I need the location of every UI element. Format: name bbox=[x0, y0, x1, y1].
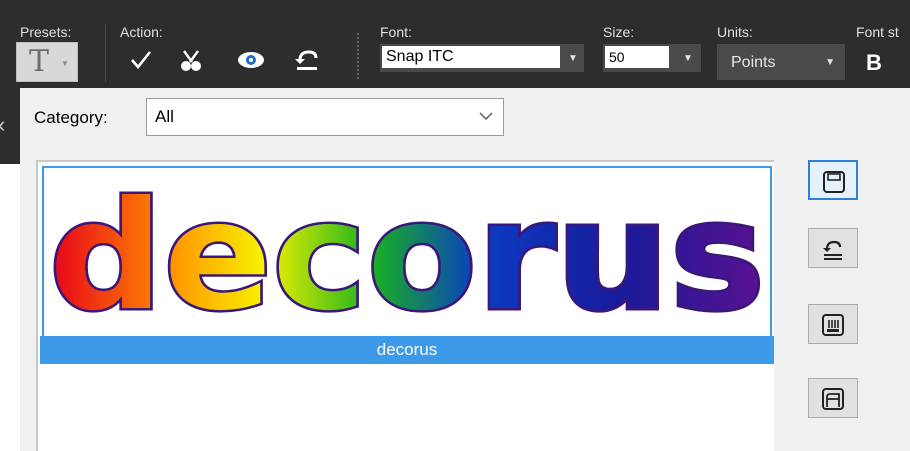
rename-preset-button[interactable] bbox=[808, 304, 858, 344]
preset-caption[interactable]: decorus bbox=[40, 336, 774, 364]
dropdown-arrow-icon: ▼ bbox=[61, 59, 69, 68]
category-label: Category: bbox=[34, 108, 108, 127]
chevron-down-icon[interactable]: ▼ bbox=[675, 44, 701, 72]
category-select[interactable]: All bbox=[146, 98, 504, 136]
presets-panel: Category: All decorus decorus bbox=[20, 88, 910, 451]
units-select-value: Points bbox=[731, 54, 776, 71]
canvas-edge: ‹ bbox=[0, 88, 20, 164]
size-select[interactable]: 50 ▼ bbox=[603, 44, 701, 72]
text-tool-icon: T bbox=[29, 44, 50, 79]
restore-preset-button[interactable] bbox=[808, 228, 858, 268]
presets-list[interactable]: decorus decorus bbox=[36, 160, 774, 451]
action-label: Action: bbox=[120, 24, 163, 40]
preset-preview-text: decorus bbox=[49, 170, 765, 336]
save-preset-icon bbox=[823, 171, 845, 193]
font-select[interactable]: Snap ITC ▼ bbox=[380, 44, 584, 72]
separator bbox=[105, 24, 106, 82]
font-label: Font: bbox=[380, 24, 412, 40]
category-select-value: All bbox=[155, 107, 174, 126]
size-label: Size: bbox=[603, 24, 635, 40]
rename-preset-icon bbox=[822, 314, 844, 336]
chevron-left-icon[interactable]: ‹ bbox=[0, 112, 5, 138]
undo-icon[interactable] bbox=[290, 48, 324, 80]
restore-preset-icon bbox=[823, 240, 842, 260]
font-select-value[interactable]: Snap ITC bbox=[382, 46, 560, 68]
size-select-value[interactable]: 50 bbox=[605, 46, 669, 68]
toolbar-grip[interactable] bbox=[356, 32, 360, 80]
save-preset-button[interactable] bbox=[808, 160, 858, 200]
presets-button[interactable]: T ▼ bbox=[16, 42, 78, 82]
units-select[interactable]: Points ▼ bbox=[717, 44, 845, 80]
delete-preset-icon bbox=[822, 388, 844, 410]
chevron-down-icon[interactable]: ▼ bbox=[562, 44, 584, 72]
options-toolbar: Presets: Action: Font: Size: Units: Font… bbox=[0, 0, 910, 88]
chevron-down-icon: ▼ bbox=[825, 57, 835, 68]
delete-preset-button[interactable] bbox=[808, 378, 858, 418]
units-label: Units: bbox=[717, 24, 753, 40]
font-style-label: Font st bbox=[856, 24, 899, 40]
presets-label: Presets: bbox=[20, 24, 72, 40]
cancel-icon[interactable] bbox=[174, 48, 208, 80]
preset-thumbnail[interactable]: decorus bbox=[42, 166, 772, 347]
preview-eye-icon[interactable] bbox=[234, 48, 268, 80]
decorus-preview: decorus bbox=[47, 168, 768, 347]
bold-button[interactable]: B bbox=[866, 50, 882, 76]
apply-check-icon[interactable] bbox=[124, 48, 158, 80]
chevron-down-icon bbox=[479, 112, 493, 120]
